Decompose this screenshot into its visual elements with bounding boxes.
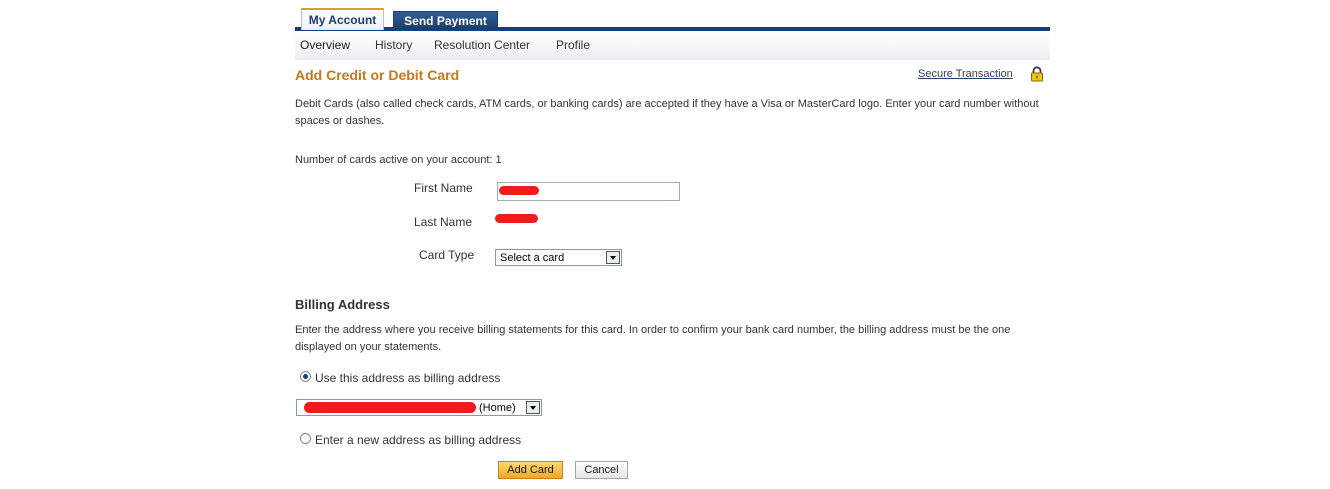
billing-address-heading: Billing Address [295, 297, 390, 312]
cards-active-count: Number of cards active on your account: … [295, 154, 502, 166]
use-existing-address-radio[interactable] [300, 371, 311, 382]
add-card-page: My Account Send Payment Overview History… [0, 0, 1330, 489]
first-name-field[interactable] [497, 182, 680, 201]
redacted-first-name [499, 186, 539, 195]
secure-transaction-link[interactable]: Secure Transaction [918, 68, 1013, 80]
intro-text: Debit Cards (also called check cards, AT… [295, 98, 1039, 127]
last-name-label: Last Name [414, 215, 473, 229]
first-name-label: First Name [414, 181, 473, 195]
add-card-button[interactable]: Add Card [498, 461, 563, 479]
subnav-profile[interactable]: Profile [556, 38, 590, 52]
tab-bar-rule [295, 27, 1050, 31]
subnav-overview[interactable]: Overview [300, 38, 350, 52]
redacted-last-name [495, 214, 538, 223]
new-address-label[interactable]: Enter a new address as billing address [315, 433, 521, 447]
card-type-selected: Select a card [500, 252, 565, 264]
subnav-history[interactable]: History [375, 38, 412, 52]
subnav-resolution-center[interactable]: Resolution Center [434, 38, 530, 52]
card-type-label: Card Type [419, 248, 475, 262]
tab-my-account[interactable]: My Account [301, 8, 384, 30]
card-type-select[interactable]: Select a card [495, 249, 622, 266]
chevron-down-icon[interactable] [526, 401, 540, 414]
cancel-button[interactable]: Cancel [575, 461, 628, 479]
billing-address-select[interactable]: (Home) [296, 399, 542, 416]
main-tab-bar: My Account Send Payment [295, 7, 1050, 31]
chevron-down-icon[interactable] [606, 251, 620, 264]
new-address-radio[interactable] [300, 433, 311, 444]
address-type-label: (Home) [479, 402, 516, 414]
page-title: Add Credit or Debit Card [295, 67, 460, 83]
billing-description: Enter the address where you receive bill… [295, 324, 1011, 353]
sub-navigation: Overview History Resolution Center Profi… [295, 31, 1050, 60]
redacted-address [304, 402, 476, 413]
use-existing-address-label[interactable]: Use this address as billing address [315, 371, 500, 385]
padlock-icon [1031, 66, 1043, 82]
